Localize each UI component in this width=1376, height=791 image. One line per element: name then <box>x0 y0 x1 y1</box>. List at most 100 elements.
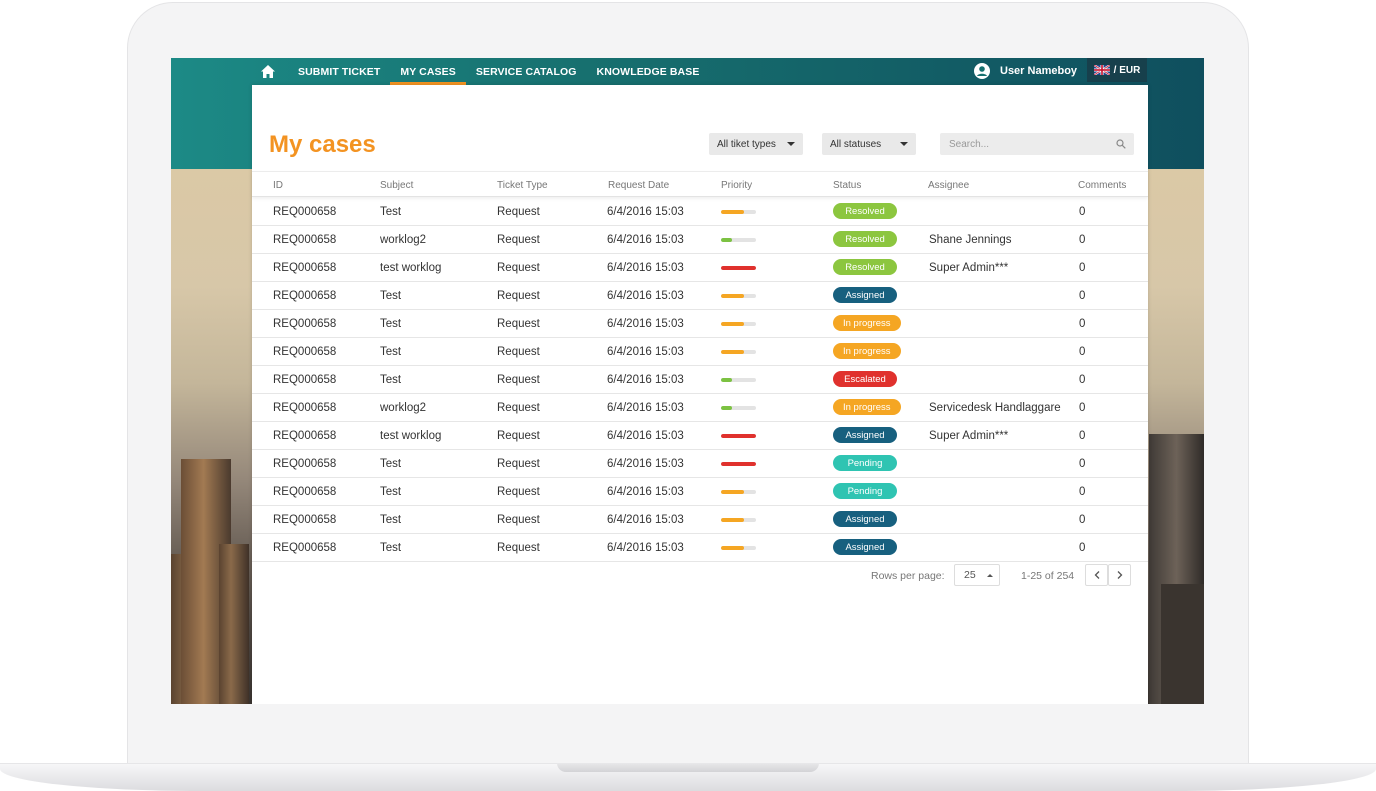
cell-request-date: 6/4/2016 15:03 <box>607 430 684 442</box>
column-priority[interactable]: Priority <box>721 180 752 191</box>
next-page-button[interactable] <box>1108 564 1131 586</box>
search-input[interactable] <box>940 133 1134 155</box>
language-currency-selector[interactable]: / EUR <box>1087 58 1147 82</box>
priority-bar <box>721 266 756 270</box>
cell-comments: 0 <box>1079 458 1086 470</box>
cell-comments: 0 <box>1079 346 1086 358</box>
cell-id: REQ000658 <box>273 486 337 498</box>
table-row[interactable]: REQ000658 test worklog Request 6/4/2016 15:… <box>252 254 1148 282</box>
priority-bar <box>721 406 756 410</box>
cell-id: REQ000658 <box>273 514 337 526</box>
cell-request-date: 6/4/2016 15:03 <box>607 402 684 414</box>
user-name: User Nameboy <box>1000 64 1078 77</box>
status-badge: Pending <box>833 483 897 499</box>
priority-bar-fill <box>721 350 744 354</box>
cell-ticket-type: Request <box>497 458 540 470</box>
priority-bar-fill <box>721 378 732 382</box>
cell-request-date: 6/4/2016 15:03 <box>607 486 684 498</box>
table-row[interactable]: REQ000658 worklog2 Request 6/4/2016 15:03 Sh… <box>252 226 1148 254</box>
home-icon[interactable] <box>258 62 278 82</box>
priority-bar <box>721 238 756 242</box>
priority-bar <box>721 518 756 522</box>
user-avatar-icon <box>974 62 990 79</box>
priority-bar-fill <box>721 490 744 494</box>
column-comments[interactable]: Comments <box>1078 180 1126 191</box>
priority-bar-fill <box>721 462 756 466</box>
column-status[interactable]: Status <box>833 180 861 191</box>
priority-bar-fill <box>721 322 744 326</box>
priority-bar-fill <box>721 434 756 438</box>
table-row[interactable]: REQ000658 Test Request 6/4/2016 15:03 0 Escal… <box>252 366 1148 394</box>
status-badge: Resolved <box>833 231 897 247</box>
cell-subject: worklog2 <box>380 402 427 414</box>
cell-subject: Test <box>380 542 402 554</box>
cell-id: REQ000658 <box>273 346 337 358</box>
table-row[interactable]: REQ000658 Test Request 6/4/2016 15:03 0 In pr… <box>252 310 1148 338</box>
cell-id: REQ000658 <box>273 318 337 330</box>
ticket-type-filter-label: All tiket types <box>717 138 776 150</box>
table-row[interactable]: REQ000658 Test Request 6/4/2016 15:03 0 Pendi… <box>252 450 1148 478</box>
table-row[interactable]: REQ000658 test worklog Request 6/4/2016 15:… <box>252 422 1148 450</box>
cell-id: REQ000658 <box>273 542 337 554</box>
column-ticket-type[interactable]: Ticket Type <box>497 180 548 191</box>
priority-bar <box>721 294 756 298</box>
cell-assignee: Super Admin*** <box>929 430 1009 442</box>
cell-request-date: 6/4/2016 15:03 <box>607 458 684 470</box>
cell-comments: 0 <box>1079 486 1086 498</box>
column-request-date[interactable]: Request Date <box>608 180 669 191</box>
column-assignee[interactable]: Assignee <box>928 180 969 191</box>
cell-comments: 0 <box>1079 430 1086 442</box>
cell-subject: Test <box>380 514 402 526</box>
cell-assignee: Super Admin*** <box>929 262 1009 274</box>
status-badge: In progress <box>833 399 901 415</box>
column-subject[interactable]: Subject <box>380 180 413 191</box>
priority-bar <box>721 378 756 382</box>
cell-subject: Test <box>380 458 402 470</box>
cell-subject: Test <box>380 374 402 386</box>
nav-knowledge-base[interactable]: KNOWLEDGE BASE <box>587 58 710 85</box>
table-row[interactable]: REQ000658 Test Request 6/4/2016 15:03 0 Assig… <box>252 506 1148 534</box>
cell-ticket-type: Request <box>497 318 540 330</box>
laptop-notch <box>557 763 819 772</box>
status-badge: In progress <box>833 343 901 359</box>
nav-my-cases[interactable]: MY CASES <box>390 58 467 85</box>
prev-page-button[interactable] <box>1085 564 1108 586</box>
cell-ticket-type: Request <box>497 206 540 218</box>
cell-comments: 0 <box>1079 318 1086 330</box>
column-id[interactable]: ID <box>273 180 283 191</box>
search-icon[interactable] <box>1116 139 1126 149</box>
rows-per-page-select[interactable]: 25 <box>954 564 1000 586</box>
page-title: My cases <box>269 131 376 158</box>
priority-bar-fill <box>721 266 756 270</box>
main-panel: My cases All tiket types All statuses ID… <box>252 85 1148 704</box>
table-row[interactable]: REQ000658 Test Request 6/4/2016 15:03 0 Resol… <box>252 198 1148 226</box>
table-row[interactable]: REQ000658 Test Request 6/4/2016 15:03 0 In pr… <box>252 338 1148 366</box>
priority-bar <box>721 322 756 326</box>
top-nav: SUBMIT TICKET MY CASES SERVICE CATALOG K… <box>252 58 1148 85</box>
status-badge: Pending <box>833 455 897 471</box>
status-badge: Resolved <box>833 203 897 219</box>
status-filter[interactable]: All statuses <box>822 133 916 155</box>
cell-subject: worklog2 <box>380 234 427 246</box>
cell-assignee: Servicedesk Handlaggare <box>929 402 1061 414</box>
priority-bar <box>721 210 756 214</box>
cell-assignee: Shane Jennings <box>929 234 1012 246</box>
screen: SUBMIT TICKET MY CASES SERVICE CATALOG K… <box>171 58 1204 704</box>
page-range: 1-25 of 254 <box>1021 570 1075 582</box>
chevron-down-icon <box>787 142 795 146</box>
cell-id: REQ000658 <box>273 206 337 218</box>
table-row[interactable]: REQ000658 Test Request 6/4/2016 15:03 0 Assig… <box>252 534 1148 562</box>
ticket-type-filter[interactable]: All tiket types <box>709 133 803 155</box>
table-row[interactable]: REQ000658 Test Request 6/4/2016 15:03 0 Pendi… <box>252 478 1148 506</box>
nav-service-catalog[interactable]: SERVICE CATALOG <box>466 58 587 85</box>
table-row[interactable]: REQ000658 worklog2 Request 6/4/2016 15:03 Se… <box>252 394 1148 422</box>
nav-submit-ticket[interactable]: SUBMIT TICKET <box>288 58 390 85</box>
cell-ticket-type: Request <box>497 234 540 246</box>
table-row[interactable]: REQ000658 Test Request 6/4/2016 15:03 0 Assig… <box>252 282 1148 310</box>
cell-ticket-type: Request <box>497 374 540 386</box>
cell-id: REQ000658 <box>273 262 337 274</box>
cell-ticket-type: Request <box>497 430 540 442</box>
user-menu[interactable]: User Nameboy <box>974 58 1077 83</box>
priority-bar <box>721 546 756 550</box>
status-badge: In progress <box>833 315 901 331</box>
